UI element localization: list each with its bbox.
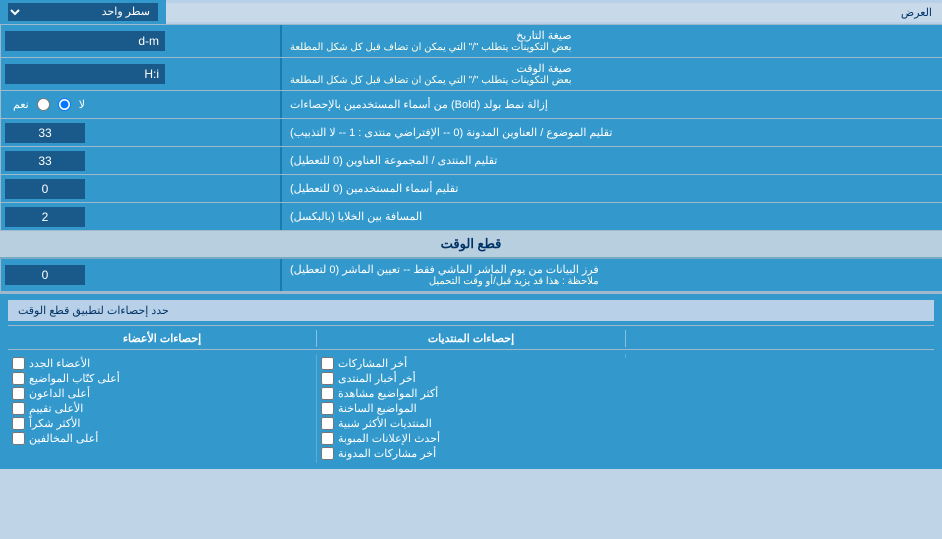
date-format-label: صيغة التاريخ بعض التكوينات يتطلب "/" الت… bbox=[280, 25, 942, 57]
display-select[interactable]: سطر واحد سطرين ثلاثة أسطر bbox=[8, 3, 158, 21]
top-row: العرض سطر واحد سطرين ثلاثة أسطر bbox=[0, 0, 942, 25]
bold-radio-group: لا نعم bbox=[5, 94, 93, 115]
list-item: أخر المشاركات bbox=[321, 356, 621, 371]
checkbox-new-members[interactable] bbox=[12, 357, 25, 370]
cutoff-days-row: فرز البيانات من يوم الماشر الماشي فقط --… bbox=[0, 259, 942, 292]
checkbox-top-violators[interactable] bbox=[12, 432, 25, 445]
bold-yes-radio[interactable] bbox=[37, 98, 50, 111]
define-row: حدد إحصاءات لتطبيق قطع الوقت bbox=[8, 300, 934, 326]
list-item: المواضيع الساخنة bbox=[321, 401, 621, 416]
users-trim-field[interactable] bbox=[5, 179, 85, 199]
checkbox-blog-posts[interactable] bbox=[321, 447, 334, 460]
cells-gap-row: المسافة بين الخلايا (بالبكسل) bbox=[0, 203, 942, 231]
time-format-label: صيغة الوقت بعض التكوينات يتطلب "/" التي … bbox=[280, 58, 942, 90]
top-label: العرض bbox=[166, 3, 942, 22]
list-item: الأعلى تقييم bbox=[12, 401, 312, 416]
time-format-input-wrap bbox=[0, 58, 280, 90]
col1-items: الأعضاء الجدد أعلى كتّاب المواضيع أعلى ا… bbox=[8, 354, 316, 448]
bold-yes-label: نعم bbox=[13, 98, 29, 111]
list-item: أعلى المخالفين bbox=[12, 431, 312, 446]
users-trim-input-wrap bbox=[0, 175, 280, 202]
time-format-row: صيغة الوقت بعض التكوينات يتطلب "/" التي … bbox=[0, 58, 942, 91]
cells-gap-label: المسافة بين الخلايا (بالبكسل) bbox=[280, 203, 942, 230]
col2-header: إحصاءات المنتديات bbox=[316, 330, 625, 347]
forum-trim-row: تقليم المنتدى / المجموعة العناوين (0 للت… bbox=[0, 147, 942, 175]
topics-trim-input-wrap bbox=[0, 119, 280, 146]
checkboxes-content: أخر المشاركات أخر أخبار المنتدى أكثر الم… bbox=[8, 354, 934, 463]
checkbox-hot-topics[interactable] bbox=[321, 402, 334, 415]
cutoff-days-label: فرز البيانات من يوم الماشر الماشي فقط --… bbox=[280, 259, 942, 291]
forum-trim-label: تقليم المنتدى / المجموعة العناوين (0 للت… bbox=[280, 147, 942, 174]
list-item: أخر مشاركات المدونة bbox=[321, 446, 621, 461]
checkbox-forum-news[interactable] bbox=[321, 372, 334, 385]
col3-items bbox=[625, 354, 934, 358]
checkbox-top-rated[interactable] bbox=[12, 402, 25, 415]
list-item: أحدث الإعلانات المبوبة bbox=[321, 431, 621, 446]
date-format-field[interactable] bbox=[5, 31, 165, 51]
forum-trim-input-wrap bbox=[0, 147, 280, 174]
date-format-row: صيغة التاريخ بعض التكوينات يتطلب "/" الت… bbox=[0, 25, 942, 58]
checkbox-top-posters[interactable] bbox=[12, 372, 25, 385]
checkbox-most-viewed[interactable] bbox=[321, 387, 334, 400]
users-trim-row: تقليم أسماء المستخدمين (0 للتعطيل) bbox=[0, 175, 942, 203]
checkboxes-header-row: إحصاءات المنتديات إحصاءات الأعضاء bbox=[8, 330, 934, 350]
cutoff-days-field[interactable] bbox=[5, 265, 85, 285]
time-format-field[interactable] bbox=[5, 64, 165, 84]
cells-gap-input-wrap bbox=[0, 203, 280, 230]
col3-header bbox=[625, 330, 934, 347]
list-item: أعلى الداعون bbox=[12, 386, 312, 401]
checkboxes-container: حدد إحصاءات لتطبيق قطع الوقت إحصاءات الم… bbox=[0, 292, 942, 469]
topics-trim-field[interactable] bbox=[5, 123, 85, 143]
list-item: أخر أخبار المنتدى bbox=[321, 371, 621, 386]
forum-trim-field[interactable] bbox=[5, 151, 85, 171]
bold-remove-input-wrap: لا نعم bbox=[0, 91, 280, 118]
list-item: أعلى كتّاب المواضيع bbox=[12, 371, 312, 386]
bold-no-radio[interactable] bbox=[58, 98, 71, 111]
list-item: أكثر المواضيع مشاهدة bbox=[321, 386, 621, 401]
checkbox-top-referrers[interactable] bbox=[12, 387, 25, 400]
topics-trim-label: تقليم الموضوع / العناوين المدونة (0 -- ا… bbox=[280, 119, 942, 146]
cutoff-section-header: قطع الوقت bbox=[0, 231, 942, 259]
list-item: المنتديات الأكثر شبية bbox=[321, 416, 621, 431]
checkbox-classified-ads[interactable] bbox=[321, 432, 334, 445]
list-item: الأكثر شكراً bbox=[12, 416, 312, 431]
list-item: الأعضاء الجدد bbox=[12, 356, 312, 371]
cutoff-days-input-wrap bbox=[0, 259, 280, 291]
cells-gap-field[interactable] bbox=[5, 207, 85, 227]
checkbox-last-posts[interactable] bbox=[321, 357, 334, 370]
checkbox-most-thanked[interactable] bbox=[12, 417, 25, 430]
col2-items: أخر المشاركات أخر أخبار المنتدى أكثر الم… bbox=[316, 354, 625, 463]
users-trim-label: تقليم أسماء المستخدمين (0 للتعطيل) bbox=[280, 175, 942, 202]
bold-no-label: لا bbox=[79, 98, 85, 111]
bold-remove-row: إزالة نمط بولد (Bold) من أسماء المستخدمي… bbox=[0, 91, 942, 119]
define-label: حدد إحصاءات لتطبيق قطع الوقت bbox=[8, 300, 934, 321]
topics-trim-row: تقليم الموضوع / العناوين المدونة (0 -- ا… bbox=[0, 119, 942, 147]
checkbox-popular-forums[interactable] bbox=[321, 417, 334, 430]
date-format-input-wrap bbox=[0, 25, 280, 57]
bold-remove-label: إزالة نمط بولد (Bold) من أسماء المستخدمي… bbox=[280, 91, 942, 118]
col1-header: إحصاءات الأعضاء bbox=[8, 330, 316, 347]
